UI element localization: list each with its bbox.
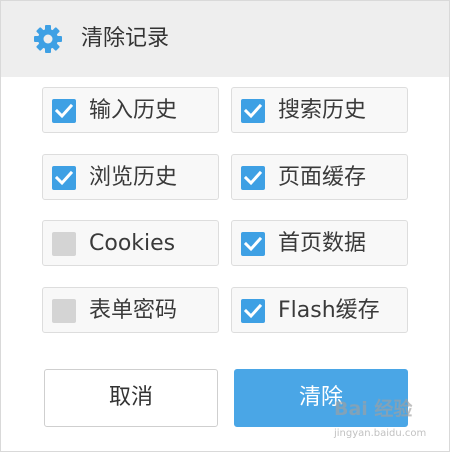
- option-label: 首页数据: [278, 231, 367, 256]
- checkmark-icon: [244, 103, 262, 119]
- checkbox-unchecked-icon[interactable]: [52, 299, 76, 323]
- checkbox-checked-icon[interactable]: [52, 166, 76, 190]
- option-label: 表单密码: [89, 298, 178, 323]
- option-checkbox-0[interactable]: 输入历史: [42, 87, 219, 133]
- checkmark-icon: [244, 170, 262, 186]
- checkmark-icon: [55, 170, 73, 186]
- dialog-title: 清除记录: [81, 26, 170, 51]
- dialog-header: 清除记录: [1, 1, 449, 77]
- option-label: 搜索历史: [278, 98, 367, 123]
- option-checkbox-5[interactable]: 首页数据: [231, 220, 408, 266]
- checkmark-icon: [244, 236, 262, 252]
- option-checkbox-3[interactable]: 页面缓存: [231, 154, 408, 200]
- checkmark-icon: [55, 103, 73, 119]
- checkbox-checked-icon[interactable]: [241, 166, 265, 190]
- option-checkbox-4[interactable]: Cookies: [42, 220, 219, 266]
- option-checkbox-7[interactable]: Flash缓存: [231, 287, 408, 333]
- checkbox-checked-icon[interactable]: [241, 232, 265, 256]
- option-label: Cookies: [89, 231, 176, 256]
- option-checkbox-2[interactable]: 浏览历史: [42, 154, 219, 200]
- checkbox-checked-icon[interactable]: [52, 99, 76, 123]
- option-checkbox-6[interactable]: 表单密码: [42, 287, 219, 333]
- option-checkbox-1[interactable]: 搜索历史: [231, 87, 408, 133]
- baidu-jingyan-watermark: Bai 经验 jingyan.baidu.com: [334, 390, 450, 450]
- checkbox-checked-icon[interactable]: [241, 99, 265, 123]
- watermark-main-text: Bai 经验: [334, 398, 413, 420]
- checkbox-checked-icon[interactable]: [241, 299, 265, 323]
- checkbox-unchecked-icon[interactable]: [52, 232, 76, 256]
- option-label: 浏览历史: [89, 165, 178, 190]
- gear-icon: [34, 25, 62, 53]
- option-label: Flash缓存: [278, 298, 380, 323]
- option-label: 页面缓存: [278, 165, 367, 190]
- checkmark-icon: [244, 303, 262, 319]
- cancel-button[interactable]: 取消: [44, 369, 218, 427]
- watermark-sub-text: jingyan.baidu.com: [334, 428, 427, 439]
- option-label: 输入历史: [89, 98, 178, 123]
- clear-records-dialog: 清除记录 输入历史 搜索历史浏览历史 页面缓存 Cookies 首页数据表单密码 Flas…: [0, 0, 450, 452]
